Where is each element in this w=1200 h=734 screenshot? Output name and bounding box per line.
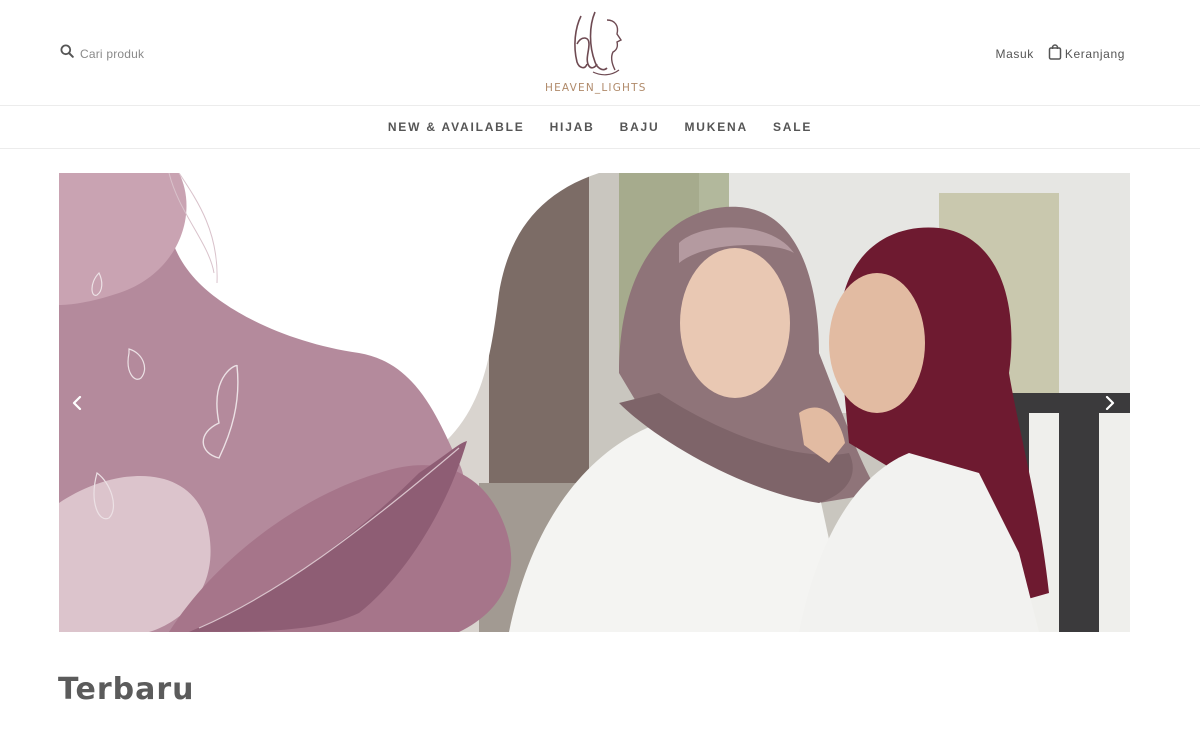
section-title: Terbaru (58, 672, 195, 707)
main-nav: NEW & AVAILABLE HIJAB BAJU MUKENA SALE (0, 106, 1200, 149)
logo-mark-icon (574, 11, 623, 76)
search-box[interactable]: Cari produk (60, 44, 144, 63)
nav-item-sale[interactable]: SALE (773, 120, 812, 134)
brand-logo[interactable]: HEAVEN_LIGHTS (545, 6, 645, 100)
carousel-prev-button[interactable] (67, 393, 87, 413)
nav-item-new-available[interactable]: NEW & AVAILABLE (388, 120, 525, 134)
nav-item-hijab[interactable]: HIJAB (550, 120, 595, 134)
cart-label[interactable]: Keranjang (1065, 47, 1125, 61)
nav-item-mukena[interactable]: MUKENA (684, 120, 747, 134)
site-header: Cari produk HEAVEN_LIGHTS Masuk Keranjan… (0, 0, 1200, 106)
cart-link[interactable]: Keranjang (1048, 44, 1125, 63)
nav-item-baju[interactable]: BAJU (620, 120, 660, 134)
logo-text: HEAVEN_LIGHTS (545, 82, 647, 94)
chevron-right-icon[interactable] (1105, 396, 1115, 410)
search-input[interactable]: Cari produk (80, 47, 144, 61)
login-link[interactable]: Masuk (996, 47, 1034, 61)
hero-banner-image (59, 173, 1130, 632)
shopping-bag-icon[interactable] (1048, 44, 1062, 63)
chevron-left-icon[interactable] (72, 396, 82, 410)
search-icon[interactable] (60, 44, 74, 63)
header-actions: Masuk Keranjang (996, 44, 1125, 63)
hero-carousel[interactable] (59, 173, 1130, 632)
carousel-next-button[interactable] (1100, 393, 1120, 413)
